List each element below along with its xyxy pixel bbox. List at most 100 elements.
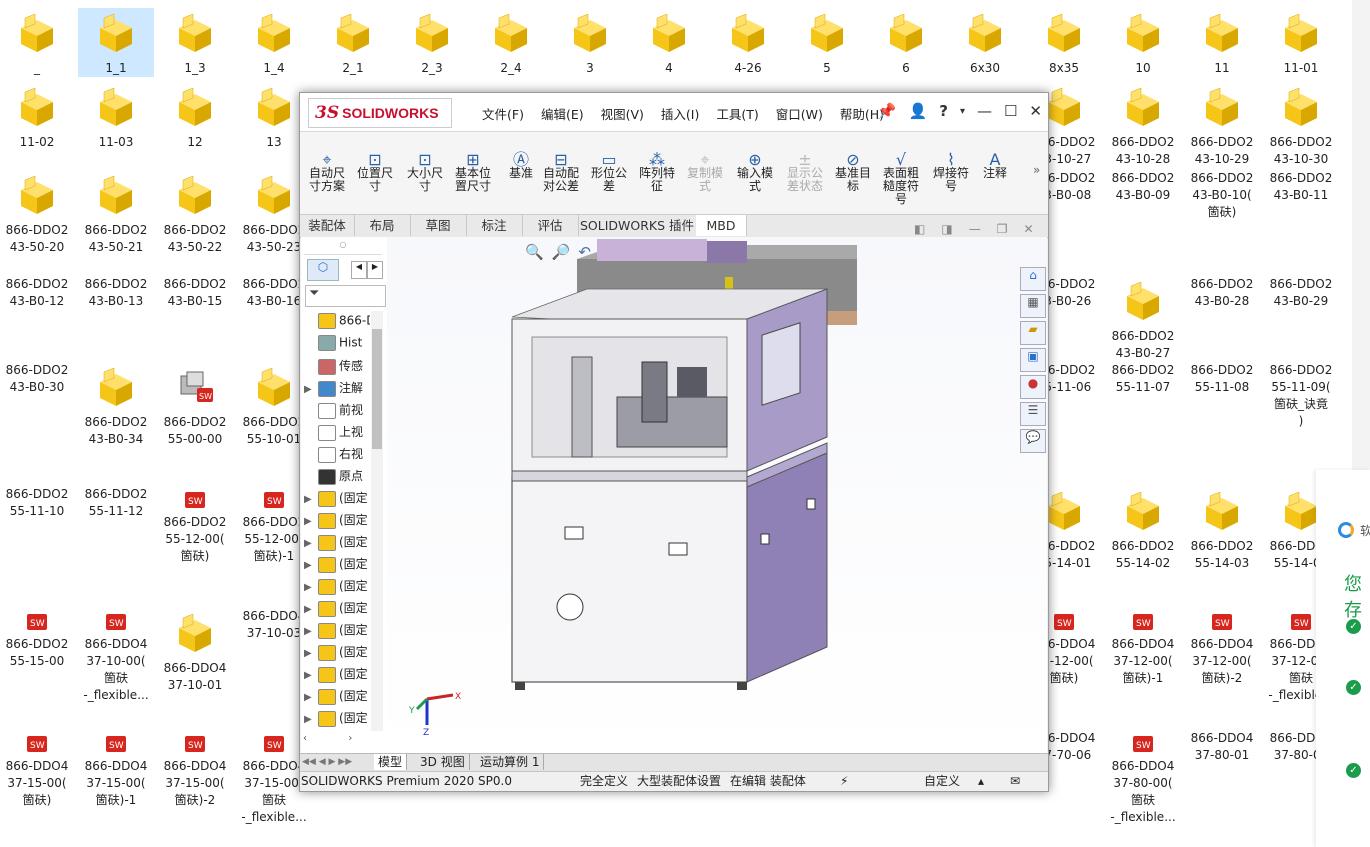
tree-node[interactable]: ▶ (固定 [304,643,370,661]
menu-item[interactable]: 工具(T) [716,104,758,123]
desktop-icon[interactable]: 2_3 [394,8,470,77]
rebuild-icon[interactable]: ⚡ [840,772,848,791]
desktop-icon[interactable]: 6 [868,8,944,77]
desktop-icon[interactable]: 866-DDO2 43-50-21 [78,170,154,256]
command-button[interactable]: ⌖ 自动尺 寸方案 [304,146,350,193]
command-button[interactable]: ± 显示公 差状态 [782,146,828,193]
command-tab[interactable]: 草图 [410,215,467,236]
command-button[interactable]: ⌇ 焊接符 号 [928,146,974,193]
desktop-icon[interactable]: 1_4 [236,8,312,77]
desktop-icon[interactable]: SW 866-DDO4 37-12-00( 箇砆)-1 [1105,608,1181,687]
command-tab[interactable]: 评估 [522,215,579,236]
bottom-tab[interactable]: 3D 视图 [416,754,470,770]
command-button[interactable]: ▭ 形位公 差 [586,146,632,193]
desktop-icon[interactable]: 866-DDO2 43-50-22 [157,170,233,256]
expand-toggle-icon[interactable]: ▶ [304,626,318,637]
desktop-icon[interactable]: 866-DDO2 55-11-10 [0,486,75,520]
expand-toggle-icon[interactable]: ▶ [304,670,318,681]
desktop-icon[interactable]: 4-26 [710,8,786,77]
desktop-icon[interactable]: 2_4 [473,8,549,77]
desktop-icon[interactable]: 866-DDO2 43-B0-28 [1184,276,1260,310]
desktop-icon[interactable]: 866-DDO2 55-11-07 [1105,362,1181,396]
command-button[interactable]: A 注释 [972,146,1018,180]
command-button[interactable]: ⊟ 自动配 对公差 [538,146,584,193]
tree-scroll-thumb[interactable] [372,329,382,449]
maximize-button[interactable]: ☐ [1004,102,1017,120]
expand-toggle-icon[interactable]: ▶ [304,538,318,549]
minimize-button[interactable]: — [977,102,992,120]
tree-node[interactable]: ▶ (固定 [304,709,370,727]
tree-node[interactable]: ▶ (固定 [304,489,370,507]
desktop-icon[interactable]: 8x35 [1026,8,1102,77]
expand-toggle-icon[interactable]: ▶ [304,648,318,659]
desktop-icon[interactable]: 866-DDO2 43-B0-12 [0,276,75,310]
desktop-icon[interactable]: SW 866-DDO4 37-12-00( 箇砆)-2 [1184,608,1260,687]
desktop-icon[interactable]: 866-DDO2 43-B0-09 [1105,170,1181,204]
menu-item[interactable]: 视图(V) [601,104,644,123]
desktop-icon[interactable]: 10 [1105,8,1181,77]
desktop-icon[interactable]: 866-DDO2 55-11-12 [78,486,154,520]
tree-scrollbar[interactable] [371,311,383,731]
chevron-down-icon[interactable]: ▾ [960,106,965,117]
status-large-assembly[interactable]: 大型装配体设置 [637,772,721,791]
desktop-icon[interactable]: 866-DDO2 43-B0-27 [1105,276,1181,362]
tree-hscroll[interactable]: ‹ › [303,733,369,747]
tree-node[interactable]: ▶ (固定 [304,621,370,639]
desktop-icon[interactable]: 866-DDO2 43-B0-13 [78,276,154,310]
menu-item[interactable]: 编辑(E) [541,104,584,123]
desktop-icon[interactable]: 866-DDO2 43-10-28 [1105,82,1181,168]
desktop-icon[interactable]: SW 866-DDO4 37-80-00( 箇砆 -_flexible... [1105,730,1181,826]
expand-toggle-icon[interactable]: ▶ [304,582,318,593]
feature-tree-tab-icon[interactable]: ⬡ [307,259,339,281]
expand-toggle-icon[interactable]: ▶ [304,560,318,571]
menu-item[interactable]: 窗口(W) [776,104,823,123]
desktop-icon[interactable]: 866-DDO2 43-B0-29 [1263,276,1339,310]
command-tab[interactable]: 装配体 [300,215,355,236]
machine-3d-model[interactable]: X Z Y [387,237,1047,753]
command-button[interactable]: ⌖ 复制模 式 [682,146,728,193]
pin-icon[interactable]: 📌 [878,102,897,120]
tree-node[interactable]: ▶ (固定 [304,665,370,683]
bottom-tab[interactable]: 运动算例 1 [476,754,545,770]
desktop-icon[interactable]: 11-02 [0,82,75,151]
desktop-icon[interactable]: 4 [631,8,707,77]
desktop-icon[interactable]: 12 [157,82,233,151]
desktop-icon[interactable]: 5 [789,8,865,77]
filter-icon[interactable]: ⏷ [305,285,386,307]
command-button[interactable]: ⊞ 基本位 置尺寸 [450,146,496,193]
expand-toggle-icon[interactable]: ▶ [304,714,318,725]
tree-node[interactable]: ▶ (固定 [304,599,370,617]
doc-restore-left-icon[interactable]: ◧ [914,222,925,236]
command-tab[interactable]: SOLIDWORKS 插件 [578,215,697,236]
command-button[interactable]: √ 表面粗 糙度符 号 [878,146,924,206]
expand-toggle-icon[interactable]: ▶ [304,516,318,527]
desktop-icon[interactable]: 866-DDO2 43-B0-34 [78,362,154,448]
bottom-tab[interactable]: 模型 [374,754,408,770]
tree-node[interactable]: Hist [304,335,370,351]
units-dropdown-icon[interactable]: ▴ [978,772,984,791]
desktop-icon[interactable]: 866-DDO2 43-10-30 [1263,82,1339,168]
doc-close-button[interactable]: ✕ [1023,222,1033,236]
expand-toggle-icon[interactable]: ▶ [304,494,318,505]
desktop-icon[interactable]: 866-DDO2 43-B0-15 [157,276,233,310]
desktop-icon[interactable]: SW 866-DDO2 55-00-00 [157,362,233,448]
tree-node[interactable]: 右视 [304,445,370,463]
tree-node[interactable]: 上视 [304,423,370,441]
panel-splitter-handle[interactable]: ○ [304,240,382,255]
tree-node[interactable]: ▶ (固定 [304,687,370,705]
bottom-nav-arrows[interactable]: ◀◀ ◀ ▶ ▶▶ [302,754,374,770]
desktop-icon[interactable]: _ [0,8,75,77]
command-tab[interactable]: 标注 [466,215,523,236]
desktop-icon[interactable]: 3 [552,8,628,77]
tree-node[interactable]: ▶ (固定 [304,511,370,529]
user-icon[interactable]: 👤 [909,102,928,120]
more-commands-icon[interactable]: » [1033,163,1040,177]
desktop-icon[interactable]: SW 866-DDO2 55-12-00( 箇砆) [157,486,233,565]
tree-node[interactable]: ▶ (固定 [304,555,370,573]
command-tab[interactable]: MBD [696,215,747,236]
desktop-icon[interactable]: 11-03 [78,82,154,151]
doc-restore-right-icon[interactable]: ◨ [941,222,952,236]
doc-minimize-button[interactable]: — [969,222,981,236]
command-button[interactable]: ⊕ 输入模 式 [732,146,778,193]
tree-node[interactable]: 传感 [304,357,370,375]
